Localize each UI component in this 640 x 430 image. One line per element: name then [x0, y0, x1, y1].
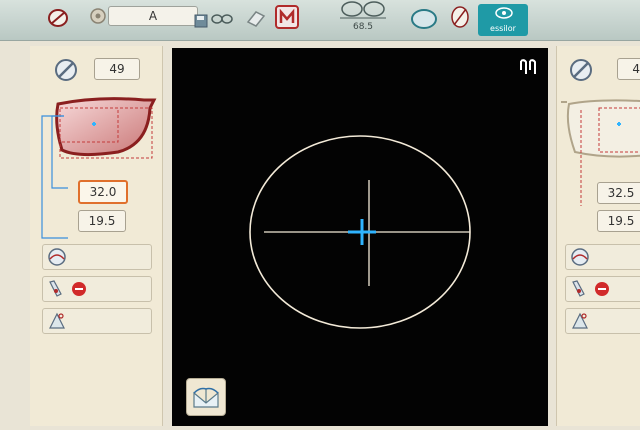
lens-orientation-icon[interactable]	[518, 58, 538, 76]
height-field-2[interactable]: 19.5	[78, 210, 126, 232]
lens-preview-viewport[interactable]	[172, 48, 548, 426]
bevel-icon	[571, 248, 589, 266]
bevel-tool-row[interactable]	[565, 244, 640, 270]
height-field-1[interactable]: 32.5	[597, 182, 640, 204]
brand-text: essilor	[490, 24, 516, 33]
drill-tool-row[interactable]	[42, 276, 152, 302]
save-icon[interactable]	[194, 14, 208, 28]
lens-edger-screen: A 68.5 essilor 49 32.0 19.5 4 32.5 19.5	[0, 0, 640, 430]
book-icon	[193, 387, 219, 408]
book-button[interactable]	[186, 378, 226, 416]
measurement-bracket	[580, 110, 582, 206]
polish-icon	[572, 312, 588, 329]
eraser-icon[interactable]	[244, 6, 268, 30]
dbl-glasses-icon[interactable]	[338, 0, 388, 20]
gear-icon[interactable]	[86, 6, 110, 30]
lens-icon[interactable]	[46, 6, 70, 30]
lens-shape-icon[interactable]	[410, 7, 438, 31]
lens-preview-canvas	[249, 135, 471, 329]
diameter-icon	[55, 59, 77, 81]
measurement-bracket	[41, 115, 68, 239]
height-field-1[interactable]: 32.0	[78, 180, 128, 204]
bevel-icon	[48, 248, 66, 266]
diameter-field[interactable]: 49	[617, 58, 640, 80]
polish-tool-row[interactable]	[565, 308, 640, 334]
diameter-icon	[570, 59, 592, 81]
rimless-lens-icon[interactable]	[448, 5, 472, 29]
drill-icon	[49, 280, 62, 297]
polish-tool-row[interactable]	[42, 308, 152, 334]
stop-icon	[595, 282, 609, 296]
job-name-field[interactable]: A	[108, 6, 198, 26]
stop-icon	[72, 282, 86, 296]
drill-icon	[572, 280, 585, 297]
diameter-field[interactable]: 49	[94, 58, 140, 80]
frame-red-icon[interactable]	[274, 4, 300, 30]
eye-icon	[495, 7, 513, 19]
right-lens-panel: 49 32.5 19.5	[556, 46, 640, 426]
polish-icon	[49, 312, 65, 329]
frame-shape-icon[interactable]	[561, 94, 640, 164]
left-lens-panel: 49 32.0 19.5	[30, 46, 163, 426]
bevel-tool-row[interactable]	[42, 244, 152, 270]
glasses-icon[interactable]	[210, 6, 234, 30]
drill-tool-row[interactable]	[565, 276, 640, 302]
top-toolbar: A 68.5 essilor	[0, 0, 640, 41]
height-field-2[interactable]: 19.5	[597, 210, 640, 232]
dbl-value: 68.5	[352, 22, 374, 32]
